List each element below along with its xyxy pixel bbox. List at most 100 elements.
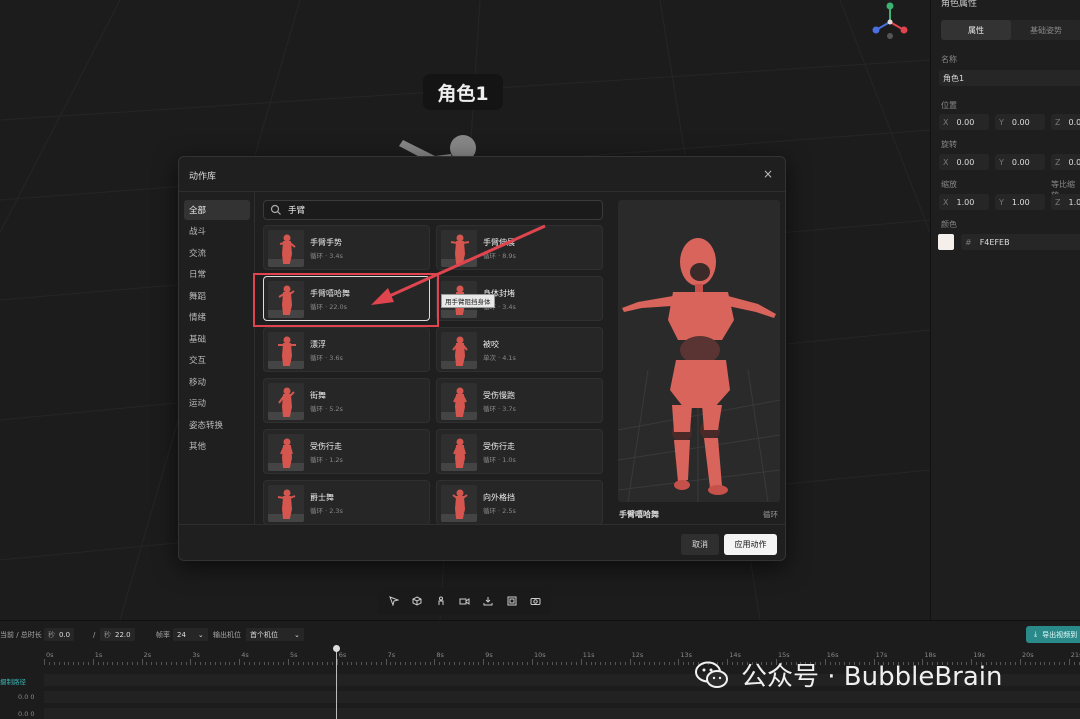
time-tick-mark — [83, 662, 85, 665]
time-tick-mark — [536, 662, 538, 665]
rotation-y-field[interactable]: Y 0.00 — [995, 154, 1045, 170]
timeline-controls: 当前 / 总时长 秒 0.0 / 秒 22.0 帧率 24 ⌄ 输出机位 首个机位 ⌄ — [0, 621, 1080, 647]
category-all[interactable]: 全部 — [184, 200, 250, 220]
time-tick-mark — [663, 662, 665, 665]
time-tick-mark — [219, 662, 221, 665]
frame-icon[interactable] — [503, 592, 521, 610]
chevron-down-icon: ⌄ — [197, 630, 204, 639]
person-icon[interactable] — [432, 592, 450, 610]
category-emotion[interactable]: 情绪 — [184, 307, 250, 327]
motion-meta: 循环 · 2.3s — [310, 507, 343, 515]
current-time-field[interactable]: 秒 0.0 — [44, 628, 75, 641]
motion-card[interactable]: 漂浮 循环 · 3.6s — [263, 327, 430, 372]
category-sports[interactable]: 运动 — [184, 393, 250, 413]
motion-meta: 循环 · 3.4s — [310, 252, 343, 260]
snapshot-icon[interactable] — [526, 592, 544, 610]
time-tick-mark — [683, 662, 685, 665]
download-icon[interactable] — [479, 592, 497, 610]
time-tick-mark — [44, 659, 45, 665]
cube-icon[interactable] — [408, 592, 426, 610]
playhead-handle[interactable] — [333, 645, 340, 652]
rotation-x-field[interactable]: X 0.00 — [939, 154, 989, 170]
tooltip: 用手臂阻挡身体 — [441, 294, 495, 308]
time-tick-mark — [195, 662, 197, 665]
motion-card[interactable]: 被咬 单次 · 4.1s — [436, 327, 603, 372]
camera-path-track-label: 摄制路径 — [0, 678, 26, 686]
search-input[interactable]: 手臂 — [288, 204, 305, 216]
cancel-button[interactable]: 取消 — [681, 534, 719, 555]
motion-meta: 循环 · 3.6s — [310, 354, 343, 362]
category-basic[interactable]: 基础 — [184, 329, 250, 349]
preview-motion-name: 手臂嘻哈舞 — [619, 510, 659, 519]
position-z-field[interactable]: Z0.00 — [1051, 114, 1080, 130]
output-camera-select[interactable]: 首个机位 ⌄ — [246, 628, 304, 641]
time-tick-mark — [419, 662, 421, 665]
scale-x-field[interactable]: X 1.00 — [939, 194, 989, 210]
axis-gizmo-icon[interactable] — [866, 0, 914, 44]
time-tick-mark — [122, 662, 124, 665]
time-tick-mark — [48, 662, 50, 665]
divider — [179, 191, 785, 192]
wechat-icon — [695, 661, 728, 688]
close-icon[interactable]: × — [763, 167, 773, 181]
time-tick-mark — [497, 662, 499, 665]
time-tick-mark — [522, 662, 524, 665]
export-video-button[interactable]: ⤓ 导出视频到 — [1026, 626, 1080, 643]
category-communication[interactable]: 交流 — [184, 243, 250, 263]
camera-icon[interactable] — [455, 592, 473, 610]
time-tick-mark — [424, 662, 426, 665]
category-combat[interactable]: 战斗 — [184, 221, 250, 241]
tab-properties[interactable]: 属性 — [941, 20, 1011, 40]
time-tick-mark — [517, 662, 519, 665]
watermark-text: 公众号 · BubbleBrain — [741, 662, 1003, 692]
motion-card[interactable]: 受伤行走 循环 · 1.0s — [436, 429, 603, 474]
category-interaction[interactable]: 交互 — [184, 350, 250, 370]
search-box[interactable]: 手臂 — [263, 200, 603, 220]
category-movement[interactable]: 移动 — [184, 372, 250, 392]
time-tick-mark — [1059, 662, 1061, 665]
scale-y-field[interactable]: Y 1.00 — [995, 194, 1045, 210]
total-time-field[interactable]: 秒 22.0 — [100, 628, 135, 641]
time-tick-mark — [146, 662, 148, 665]
time-tick-label: 3s — [192, 651, 200, 659]
playhead[interactable] — [336, 645, 337, 719]
position-x-field[interactable]: X 0.00 — [939, 114, 989, 130]
color-swatch[interactable] — [938, 234, 954, 250]
motion-card[interactable]: 手臂伸展 循环 · 8.9s — [436, 225, 603, 270]
motion-card[interactable]: 向外格挡 循环 · 2.5s — [436, 480, 603, 525]
tab-base-pose[interactable]: 基础姿势 — [1011, 20, 1080, 40]
rotation-z-field[interactable]: Z0.00 — [1051, 154, 1080, 170]
time-tick-label: 7s — [387, 651, 396, 659]
time-tick-label: 4s — [241, 651, 249, 659]
track-row[interactable] — [44, 708, 1080, 719]
time-tick-mark — [458, 662, 460, 665]
time-tick-mark — [317, 662, 319, 665]
motion-card[interactable]: 手臂手势 循环 · 3.4s — [263, 225, 430, 270]
motion-card[interactable]: 街舞 循环 · 5.2s — [263, 378, 430, 423]
category-daily[interactable]: 日常 — [184, 264, 250, 284]
motion-grid: 手臂手势 循环 · 3.4s 手臂伸展 循环 · 8.9s 手臂嘻哈舞 循环 ·… — [263, 225, 603, 525]
category-dance[interactable]: 舞蹈 — [184, 286, 250, 306]
time-tick-mark — [478, 662, 480, 665]
motion-card[interactable]: 爵士舞 循环 · 2.3s — [263, 480, 430, 525]
motion-meta: 循环 · 5.2s — [310, 405, 343, 413]
motion-card[interactable]: 受伤慢跑 循环 · 3.7s — [436, 378, 603, 423]
apply-motion-button[interactable]: 应用动作 — [724, 534, 777, 555]
time-tick-mark — [634, 662, 636, 665]
color-hex-field[interactable]: # F4EFEB — [961, 234, 1080, 250]
time-tick-mark — [327, 662, 329, 665]
motion-card[interactable]: 受伤行走 循环 · 1.2s — [263, 429, 430, 474]
scale-z-field[interactable]: Z1.00 — [1051, 194, 1080, 210]
time-tick-mark — [370, 662, 372, 665]
motion-name: 向外格挡 — [483, 493, 515, 502]
select-tool-icon[interactable] — [385, 592, 403, 610]
position-y-field[interactable]: Y 0.00 — [995, 114, 1045, 130]
time-tick-mark — [126, 662, 128, 665]
highlight-box — [253, 273, 439, 327]
name-field[interactable]: 角色1 — [939, 70, 1080, 86]
time-tick-mark — [161, 662, 163, 665]
time-tick-mark — [278, 662, 280, 665]
fps-select[interactable]: 24 ⌄ — [173, 628, 208, 641]
category-other[interactable]: 其他 — [184, 436, 250, 456]
category-pose-transition[interactable]: 姿态转换 — [184, 415, 250, 435]
